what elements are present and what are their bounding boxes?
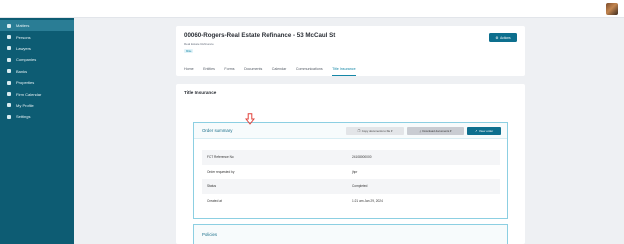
- sidebar-item-label: Persons: [16, 34, 31, 40]
- avatar[interactable]: [606, 3, 618, 15]
- table-row: FCT Reference No 24108000000: [202, 150, 500, 165]
- table-row: Status Completed: [202, 179, 500, 194]
- building-icon: [6, 57, 11, 62]
- gear-icon: ⚙: [495, 35, 499, 40]
- sidebar-item-my-profile[interactable]: My Profile: [0, 100, 74, 111]
- copy-icon: ❐: [357, 129, 361, 133]
- order-summary-card: Order summary ❐ Copy documents to file ▾…: [193, 122, 508, 219]
- actions-button[interactable]: ⚙ Actions: [489, 33, 517, 42]
- sidebar-item-label: Banks: [16, 68, 28, 74]
- matter-type: Real Estate Refinance: [184, 42, 214, 46]
- copy-documents-label: Copy documents to file: [361, 129, 391, 133]
- view-order-label: View order: [478, 129, 494, 133]
- detail-value: 1:21 am Jan 29, 2024: [352, 198, 383, 203]
- tab-home[interactable]: Home: [184, 66, 194, 76]
- actions-button-label: Actions: [500, 35, 511, 40]
- sidebar-item-label: Settings: [16, 114, 31, 120]
- detail-label: Created at: [207, 198, 222, 203]
- sidebar-item-label: Companies: [16, 57, 37, 63]
- detail-label: Order requested by: [207, 169, 235, 174]
- order-summary-header: Order summary ❐ Copy documents to file ▾…: [194, 123, 507, 139]
- sidebar-item-properties[interactable]: Properties: [0, 77, 74, 88]
- sidebar-item-label: My Profile: [16, 102, 34, 108]
- user-icon: [6, 103, 11, 108]
- matter-header: 00060-Rogers-Real Estate Refinance - 53 …: [176, 26, 525, 76]
- page-title: 00060-Rogers-Real Estate Refinance - 53 …: [184, 32, 336, 39]
- external-link-icon: ↗: [474, 129, 478, 133]
- section-heading: Title Insurance: [184, 90, 217, 95]
- sidebar-item-label: Lawyers: [16, 45, 31, 51]
- detail-value: jhpr: [352, 169, 358, 174]
- briefcase-icon: [6, 23, 11, 28]
- top-bar: [0, 0, 624, 18]
- download-icon: ⤓: [419, 129, 421, 133]
- sidebar-item-label: Firm Calendar: [16, 91, 42, 97]
- sidebar-item-label: Matters: [16, 23, 30, 29]
- sidebar-item-persons[interactable]: Persons: [0, 31, 74, 42]
- tab-title-insurance[interactable]: Title Insurance: [332, 66, 357, 76]
- download-documents-button[interactable]: ⤓ Download documents ▾: [407, 127, 464, 135]
- tab-calendar[interactable]: Calendar: [272, 66, 287, 76]
- sidebar-item-settings[interactable]: Settings: [0, 111, 74, 122]
- tab-communications[interactable]: Communications: [296, 66, 323, 76]
- policies-card: Policies: [193, 224, 508, 244]
- sidebar-item-matters[interactable]: Matters: [0, 20, 74, 32]
- person-icon: [6, 35, 11, 40]
- calendar-icon: [6, 92, 11, 97]
- detail-value: 24108000000: [352, 155, 372, 160]
- sidebar-item-firm-calendar[interactable]: Firm Calendar: [0, 88, 74, 99]
- table-row: Created at 1:21 am Jan 29, 2024: [202, 194, 500, 209]
- red-arrow-annotation-icon: [245, 113, 255, 125]
- chevron-down-icon: ▾: [449, 129, 452, 133]
- detail-value: Completed: [352, 184, 368, 189]
- tab-entities[interactable]: Entities: [203, 66, 215, 76]
- status-badge: Mike: [184, 49, 194, 53]
- order-details-table: FCT Reference No 24108000000 Order request…: [202, 150, 500, 208]
- policies-title: Policies: [202, 232, 218, 237]
- sidebar-item-label: Properties: [16, 80, 35, 86]
- gavel-icon: [6, 46, 11, 51]
- sidebar-item-banks[interactable]: Banks: [0, 66, 74, 77]
- tab-documents[interactable]: Documents: [244, 66, 262, 76]
- sidebar-nav: Matters Persons Lawyers Companies Banks Prope…: [0, 20, 74, 123]
- view-order-button[interactable]: ↗ View order: [467, 127, 501, 135]
- sidebar-item-companies[interactable]: Companies: [0, 54, 74, 65]
- detail-label: FCT Reference No: [207, 155, 234, 160]
- detail-label: Status: [207, 184, 217, 189]
- download-documents-label: Download documents: [422, 129, 450, 133]
- sidebar: nojumi ‹‹ MattersPersonsLawyersCompanies…: [0, 0, 74, 244]
- order-summary-title: Order summary: [202, 128, 233, 133]
- tab-forms[interactable]: Forms: [224, 66, 234, 76]
- home-icon: [6, 80, 11, 85]
- chevron-down-icon: ▾: [390, 129, 393, 133]
- sidebar-item-lawyers[interactable]: Lawyers: [0, 43, 74, 54]
- matter-tabs: Home Entities Forms Documents Calendar Commun…: [184, 66, 365, 76]
- copy-documents-button[interactable]: ❐ Copy documents to file ▾: [346, 127, 404, 135]
- title-insurance-panel: Title Insurance Order summary ❐ Copy doc…: [176, 84, 525, 244]
- table-row: Order requested by jhpr: [202, 165, 500, 180]
- gear-icon: [6, 114, 11, 119]
- bank-icon: [6, 69, 11, 74]
